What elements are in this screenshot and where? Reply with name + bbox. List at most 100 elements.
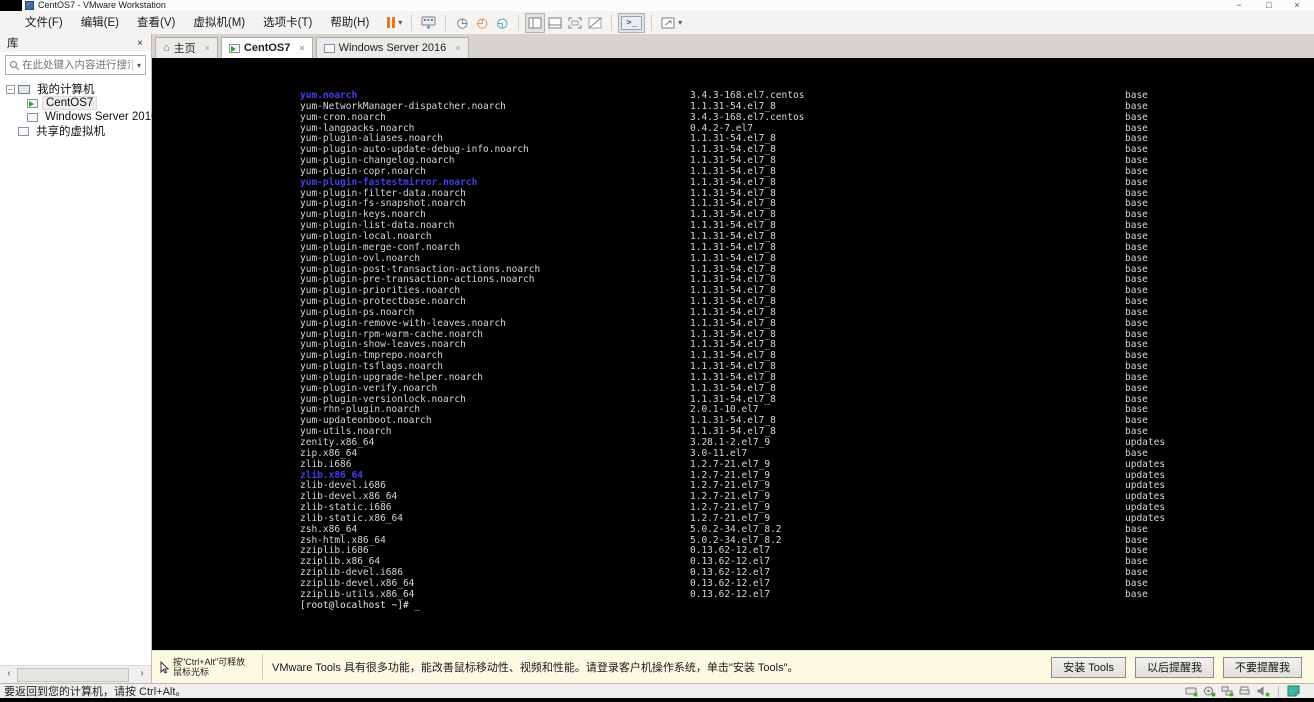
search-dropdown-icon[interactable]: ▾: [137, 61, 141, 70]
unity-mode-button[interactable]: [585, 13, 605, 33]
toolbar-separator: [651, 14, 653, 31]
vmware-logo-icon: [25, 1, 34, 10]
library-title: 库: [7, 38, 19, 50]
scroll-left-icon[interactable]: ‹: [1, 666, 17, 682]
toolbar-separator: [445, 14, 447, 31]
tab-windows-server-2016[interactable]: Windows Server 2016 ×: [315, 37, 469, 58]
never-remind-button[interactable]: 不要提醒我: [1223, 656, 1302, 678]
pause-vm-button[interactable]: ▾: [384, 13, 405, 33]
library-header: 库 ×: [0, 34, 151, 52]
minimize-button[interactable]: −: [1230, 0, 1248, 11]
library-horizontal-scrollbar[interactable]: ‹ ›: [0, 665, 151, 683]
tab-close-icon[interactable]: ×: [299, 43, 304, 53]
tree-item-label: 共享的虚拟机: [36, 126, 105, 138]
terminal-repo: base: [1125, 317, 1148, 329]
toolbar-separator: [518, 14, 520, 31]
tree-item-label: CentOS7: [42, 96, 98, 110]
terminal-repo: base: [1125, 111, 1148, 123]
terminal-name: zlib-static.x86_64: [300, 512, 403, 524]
tree-item-label: 我的计算机: [37, 84, 95, 96]
tab-close-icon[interactable]: ×: [205, 43, 210, 53]
toolbar-separator: [611, 14, 613, 31]
release-cursor-hint: 按"Ctrl+Alt"可释放鼠标光标: [173, 657, 246, 677]
home-icon: ⌂: [163, 42, 170, 54]
library-search-input[interactable]: [20, 59, 132, 71]
thumbnail-bar-icon: [548, 17, 562, 28]
fit-guest-icon: [568, 17, 582, 28]
show-library-button[interactable]: [525, 12, 546, 33]
terminal-row: yum-plugin-verify.noarch 1.1.31-54.el7_8 b…: [300, 382, 1165, 395]
menu-edit[interactable]: 编辑(E): [72, 12, 128, 34]
fit-guest-button[interactable]: [565, 13, 585, 33]
shared-vm-icon: [18, 126, 29, 136]
chevron-down-icon[interactable]: ▾: [398, 18, 402, 27]
terminal-row: yum-plugin-remove-with-leaves.noarch 1.1.…: [300, 317, 1165, 330]
desktop-corner: [0, 0, 22, 11]
send-ctrl-alt-del-button[interactable]: [418, 13, 439, 33]
terminal-repo: updates: [1125, 458, 1166, 470]
vmware-tools-message: VMware Tools 具有很多功能，能改善鼠标移动性、视频和性能。请登录客户…: [272, 662, 799, 674]
show-thumbnail-bar-button[interactable]: [545, 13, 565, 33]
tree-item-my-computer[interactable]: − 我的计算机: [0, 82, 151, 96]
tab-bar: ⌂ 主页 × CentOS7 × Windows Server 2016 ×: [152, 34, 1314, 58]
vm-running-icon: [228, 43, 240, 53]
network-adapter-icon[interactable]: [1221, 686, 1234, 697]
terminal-name: zsh.x86_64: [300, 523, 358, 535]
tab-label: Windows Server 2016: [338, 42, 447, 54]
terminal-row: yum-plugin-fastestmirror.noarch 1.1.31-54…: [300, 177, 1165, 189]
tree-item-windows-server-2016[interactable]: Windows Server 2016: [27, 110, 158, 124]
terminal-name: yum-cron.noarch: [300, 111, 386, 123]
terminal-ver: 1.2.7-21.el7_9: [690, 458, 771, 470]
console-view-button[interactable]: >_: [618, 12, 646, 33]
hard-disk-icon[interactable]: [1185, 686, 1198, 697]
menu-help[interactable]: 帮助(H): [321, 12, 378, 34]
menu-vm[interactable]: 虚拟机(M): [184, 12, 254, 34]
chevron-down-icon[interactable]: ▾: [678, 18, 682, 27]
terminal-name: yum-plugin-verify.noarch: [300, 382, 438, 394]
close-button[interactable]: ×: [1288, 0, 1306, 11]
library-search-box[interactable]: ▾: [5, 55, 146, 75]
vm-console-screen[interactable]: yum.noarch 3.4.3-168.el7.centos base yum-Ne…: [152, 58, 1314, 650]
menu-tabs[interactable]: 选项卡(T): [254, 12, 321, 34]
ctrl-alt-del-icon: [421, 16, 436, 29]
message-log-icon[interactable]: [1287, 685, 1300, 697]
revert-snapshot-button[interactable]: ◴: [472, 13, 492, 33]
menu-file[interactable]: 文件(F): [16, 12, 72, 34]
take-snapshot-button[interactable]: ◷: [452, 13, 472, 33]
cd-rom-icon[interactable]: [1203, 686, 1216, 697]
device-status-icons: [1185, 685, 1300, 697]
terminal-name: zip.x86_64: [300, 447, 358, 459]
terminal-output: yum.noarch 3.4.3-168.el7.centos base yum-Ne…: [300, 90, 1166, 612]
menu-view[interactable]: 查看(V): [128, 12, 184, 34]
vmware-tools-bar: 按"Ctrl+Alt"可释放鼠标光标 VMware Tools 具有很多功能，能…: [152, 650, 1314, 683]
tools-bar-buttons: 安装 Tools 以后提醒我 不要提醒我: [1051, 656, 1302, 678]
terminal-repo: base: [1125, 382, 1148, 394]
remind-me-later-button[interactable]: 以后提醒我: [1135, 656, 1214, 678]
terminal-ver: 0.13.62-12.el7: [690, 588, 771, 600]
title-bar: CentOS7 - VMware Workstation − □ ×: [0, 0, 1314, 11]
tab-home[interactable]: ⌂ 主页 ×: [155, 37, 218, 58]
vmware-workstation-window: CentOS7 - VMware Workstation − □ × 文件(F)…: [0, 0, 1314, 702]
maximize-button[interactable]: □: [1260, 0, 1278, 11]
tab-centos7[interactable]: CentOS7 ×: [220, 37, 313, 58]
fullscreen-button[interactable]: ▾: [658, 13, 685, 33]
terminal-ver: 1.1.31-54.el7_8: [690, 382, 776, 394]
manage-snapshots-button[interactable]: ◵: [492, 13, 512, 33]
tree-item-centos7[interactable]: CentOS7: [27, 96, 151, 110]
install-tools-button[interactable]: 安装 Tools: [1051, 656, 1126, 678]
library-tree: − 我的计算机 CentOS7 Windows Server 2016 共享的虚…: [0, 82, 158, 138]
terminal-repo: base: [1125, 523, 1148, 535]
sound-icon[interactable]: [1257, 685, 1270, 697]
printer-icon[interactable]: [1239, 686, 1252, 697]
terminal-name: zenity.x86_64: [300, 437, 375, 448]
tree-item-shared-vms[interactable]: 共享的虚拟机: [18, 124, 151, 138]
terminal-repo: base: [1125, 252, 1148, 264]
tab-close-icon[interactable]: ×: [455, 43, 460, 53]
window-title: CentOS7 - VMware Workstation: [38, 0, 166, 10]
library-close-icon[interactable]: ×: [137, 38, 143, 49]
scroll-right-icon[interactable]: ›: [134, 666, 150, 682]
collapse-icon[interactable]: −: [6, 84, 15, 94]
tab-label: 主页: [173, 43, 196, 55]
terminal-row: zziplib-utils.x86_64 0.13.62-12.el7 base: [300, 588, 1165, 601]
scrollbar-thumb[interactable]: [17, 668, 129, 682]
